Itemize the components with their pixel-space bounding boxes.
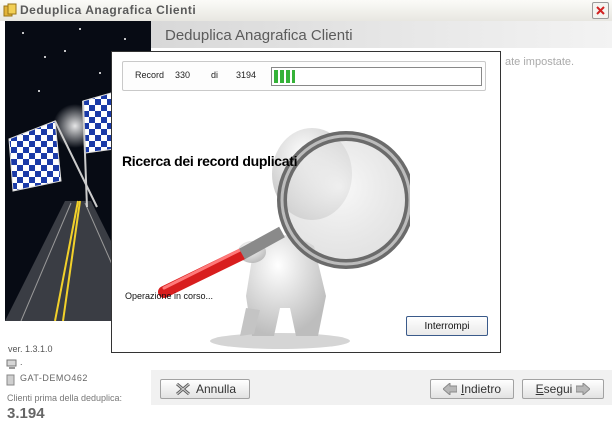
window-title: Deduplica Anagrafica Clienti (20, 3, 197, 17)
status-text: Operazione in corso... (125, 291, 214, 301)
version-label: ver. 1.3.1.0 (8, 344, 53, 354)
wizard-hint-text: ate impostate. (505, 56, 575, 68)
database-icon (6, 374, 15, 386)
clients-before-count: 3.194 (7, 405, 45, 422)
progress-dialog: Record 330 di 3194 Ricerca dei record du… (111, 51, 501, 353)
record-label: Record (135, 70, 165, 80)
wizard-header: Deduplica Anagrafica Clienti (151, 21, 612, 48)
magnifier-figure-image (158, 128, 410, 349)
close-button[interactable] (592, 2, 609, 19)
cancel-x-icon (176, 382, 190, 396)
computer-name: . (20, 357, 23, 367)
app-folder-icon (3, 3, 17, 17)
record-counter-box: Record 330 di 3194 (122, 61, 486, 91)
execute-button-label: Esegui (535, 382, 573, 396)
back-button[interactable]: Indietro (430, 379, 514, 399)
dialog-heading: Ricerca dei record duplicati (122, 153, 298, 169)
wizard-title: Deduplica Anagrafica Clienti (165, 27, 353, 44)
computer-icon (6, 359, 17, 369)
progress-bar-fill (274, 70, 296, 83)
record-of-label: di (211, 70, 219, 80)
database-name: GAT-DEMO462 (20, 373, 88, 383)
arrow-left-icon (442, 383, 457, 395)
stop-button[interactable]: Interrompi (406, 316, 488, 336)
record-total: 3194 (236, 70, 257, 80)
close-icon (596, 6, 605, 15)
cancel-button[interactable]: Annulla (160, 379, 250, 399)
back-button-label: Indietro (460, 382, 502, 396)
progress-bar (271, 67, 482, 86)
cancel-button-label: Annulla (195, 382, 237, 396)
clients-before-label: Clienti prima della deduplica: (7, 393, 123, 403)
record-current: 330 (175, 70, 191, 80)
title-bar: Deduplica Anagrafica Clienti (0, 0, 612, 22)
arrow-right-icon (576, 383, 591, 395)
execute-button[interactable]: Esegui (522, 379, 604, 399)
